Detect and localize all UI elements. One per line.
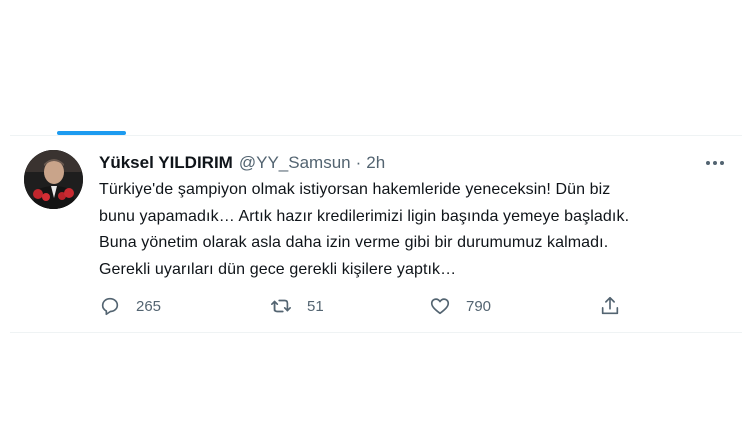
reply-icon [101, 297, 119, 316]
tweet-actions: 265 51 790 [99, 293, 732, 319]
avatar-image [24, 150, 83, 209]
tweet-header: Yüksel YILDIRIM @YY_Samsun · 2h [99, 151, 732, 175]
more-icon [706, 161, 724, 165]
retweet-count: 51 [307, 297, 324, 315]
author-name[interactable]: Yüksel YILDIRIM [99, 153, 233, 173]
author-handle[interactable]: @YY_Samsun [239, 153, 351, 173]
retweet-icon [271, 299, 291, 313]
reply-count: 265 [136, 297, 162, 315]
avatar[interactable] [24, 150, 83, 209]
reply-button[interactable]: 265 [99, 293, 161, 319]
more-button[interactable] [702, 152, 728, 174]
heart-icon [430, 298, 450, 315]
share-button[interactable] [599, 293, 621, 319]
timestamp[interactable]: 2h [366, 153, 385, 173]
like-button[interactable]: 790 [429, 293, 491, 319]
retweet-button[interactable]: 51 [270, 293, 324, 319]
tweet[interactable]: Yüksel YILDIRIM @YY_Samsun · 2h Türkiye'… [10, 136, 742, 333]
like-count: 790 [466, 297, 492, 315]
header-separator: · [355, 153, 362, 172]
tweet-text: Türkiye'de şampiyon olmak istiyorsan hak… [99, 181, 630, 278]
share-icon [601, 296, 619, 315]
